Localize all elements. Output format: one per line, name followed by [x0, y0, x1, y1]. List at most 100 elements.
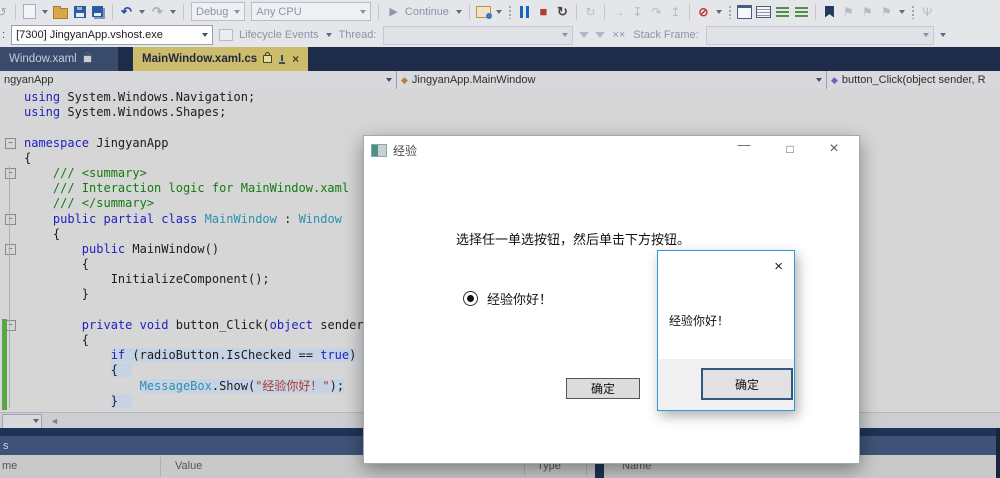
- lock-icon: [83, 55, 92, 63]
- column-resizer[interactable]: [160, 457, 161, 476]
- new-file-caret-icon[interactable]: [40, 3, 50, 20]
- chevron-down-icon: [923, 33, 929, 37]
- more-tools-icon[interactable]: Ψ: [919, 3, 936, 20]
- increase-indent-icon[interactable]: [793, 3, 810, 20]
- messagebox-ok-button[interactable]: 确定: [701, 368, 793, 400]
- show-next-statement-icon[interactable]: →: [610, 3, 627, 20]
- method-icon: ◆: [831, 76, 838, 85]
- platform-combo[interactable]: Any CPU: [251, 2, 371, 21]
- hex-display-icon[interactable]: ⊘: [695, 3, 712, 20]
- navigate-backward-icon[interactable]: ↺: [0, 3, 10, 20]
- grip-handle[interactable]: [508, 5, 512, 19]
- overflow-chevron-icon[interactable]: [494, 3, 504, 20]
- maximize-button[interactable]: □: [781, 142, 799, 156]
- close-button[interactable]: ×: [825, 140, 843, 158]
- step-over-icon[interactable]: ↷: [648, 3, 665, 20]
- radio-selected-icon[interactable]: [463, 291, 478, 306]
- scroll-left-icon[interactable]: ◄: [50, 416, 59, 426]
- member-dropdown[interactable]: ◆ button_Click(object sender, R: [827, 71, 1000, 89]
- close-icon[interactable]: ×: [774, 259, 783, 274]
- overflow-chevron-icon[interactable]: [897, 3, 907, 20]
- overflow-chevron-icon[interactable]: [938, 27, 948, 44]
- grip-handle[interactable]: [728, 5, 732, 19]
- messagebox-dialog: × 经验你好！ 确定: [657, 250, 795, 411]
- filter-flagged-icon[interactable]: [595, 32, 605, 43]
- break-all-icon[interactable]: [516, 3, 533, 20]
- solution-config-combo[interactable]: Debug: [191, 2, 245, 21]
- document-tab-bar: Window.xaml MainWindow.xaml.cs ×: [0, 47, 1000, 71]
- wpf-window-title: 经验: [393, 142, 417, 159]
- messagebox-text: 经验你好！: [669, 312, 729, 329]
- tab-label: MainWindow.xaml.cs: [142, 53, 257, 65]
- new-file-icon[interactable]: [21, 3, 38, 20]
- project-dropdown[interactable]: ngyanApp: [0, 71, 397, 89]
- separator: [15, 4, 16, 20]
- separator: [815, 4, 816, 20]
- tab-mainwindow-xaml-cs[interactable]: MainWindow.xaml.cs ×: [133, 47, 308, 71]
- instruction-text: 选择任一单选按钮，然后单击下方按钮。: [456, 229, 690, 248]
- stack-frame-combo[interactable]: [706, 26, 934, 45]
- step-into-icon[interactable]: ↧: [629, 3, 646, 20]
- output-window-icon[interactable]: [755, 3, 772, 20]
- separator: [576, 4, 577, 20]
- redo-icon[interactable]: ↷: [149, 3, 166, 20]
- save-all-icon[interactable]: [90, 3, 107, 20]
- thread-label: Thread:: [339, 29, 377, 41]
- undo-caret-icon[interactable]: [137, 3, 147, 20]
- separator: [112, 4, 113, 20]
- next-bookmark-icon[interactable]: ⚑: [859, 3, 876, 20]
- diagnostic-tools-icon[interactable]: [475, 3, 492, 20]
- overflow-chevron-icon[interactable]: [714, 3, 724, 20]
- code-line: using System.Windows.Shapes;: [0, 105, 1000, 120]
- close-icon[interactable]: ×: [292, 53, 299, 65]
- column-value[interactable]: Value: [175, 460, 202, 472]
- decrease-indent-icon[interactable]: [774, 3, 791, 20]
- solution-config-value: Debug: [196, 6, 228, 18]
- toggle-flagged-icon[interactable]: ××: [612, 29, 625, 41]
- class-icon: ◆: [401, 76, 408, 85]
- chevron-down-icon: [234, 10, 240, 14]
- process-value: [7300] JingyanApp.vshost.exe: [16, 29, 163, 41]
- redo-caret-icon[interactable]: [168, 3, 178, 20]
- continue-button[interactable]: Continue: [405, 6, 449, 18]
- type-dropdown[interactable]: ◆ JingyanApp.MainWindow: [397, 71, 827, 89]
- thread-combo[interactable]: [383, 26, 573, 45]
- restart-icon[interactable]: ↻: [554, 3, 571, 20]
- prev-bookmark-icon[interactable]: ⚑: [840, 3, 857, 20]
- open-file-icon[interactable]: [52, 3, 69, 20]
- changed-lines-bar: [2, 319, 7, 410]
- grip-handle[interactable]: [911, 5, 915, 19]
- fold-collapse-icon[interactable]: −: [5, 168, 16, 179]
- process-label: :: [2, 29, 5, 41]
- save-icon[interactable]: [71, 3, 88, 20]
- code-line: [0, 120, 1000, 135]
- tab-spacer: [118, 47, 133, 71]
- type-value: JingyanApp.MainWindow: [412, 74, 536, 86]
- minimize-button[interactable]: —: [735, 137, 753, 152]
- pin-icon[interactable]: [278, 55, 286, 64]
- step-out-icon[interactable]: ↥: [667, 3, 684, 20]
- stop-debugging-icon[interactable]: ■: [535, 3, 552, 20]
- filter-threads-icon[interactable]: [579, 32, 589, 43]
- lifecycle-events-dropdown[interactable]: Lifecycle Events: [239, 29, 318, 41]
- separator: [378, 4, 379, 20]
- process-combo[interactable]: [7300] JingyanApp.vshost.exe: [11, 25, 213, 45]
- fold-collapse-icon[interactable]: −: [5, 214, 16, 225]
- fold-collapse-icon[interactable]: −: [5, 244, 16, 255]
- breakpoints-window-icon[interactable]: [736, 3, 753, 20]
- clear-bookmarks-icon[interactable]: ⚑: [878, 3, 895, 20]
- continue-caret-icon[interactable]: [454, 3, 464, 20]
- refresh-app-icon[interactable]: ↻: [582, 3, 599, 20]
- undo-icon[interactable]: ↶: [118, 3, 135, 20]
- toggle-bookmark-icon[interactable]: [821, 3, 838, 20]
- tab-window-xaml[interactable]: Window.xaml: [0, 47, 118, 71]
- visual-studio-window: ↺↶↷ Debug Any CPU ▶ Continue ■↻↻→↧↷↥⊘⚑⚑⚑…: [0, 0, 1000, 478]
- radio-button-row[interactable]: 经验你好！: [463, 289, 552, 308]
- zoom-level-combo[interactable]: [2, 414, 42, 429]
- column-name-left[interactable]: me: [2, 460, 17, 472]
- separator: [689, 4, 690, 20]
- code-line: using System.Windows.Navigation;: [0, 90, 1000, 105]
- ok-button[interactable]: 确定: [566, 378, 640, 399]
- chevron-down-icon: [202, 33, 208, 37]
- fold-collapse-icon[interactable]: −: [5, 138, 16, 149]
